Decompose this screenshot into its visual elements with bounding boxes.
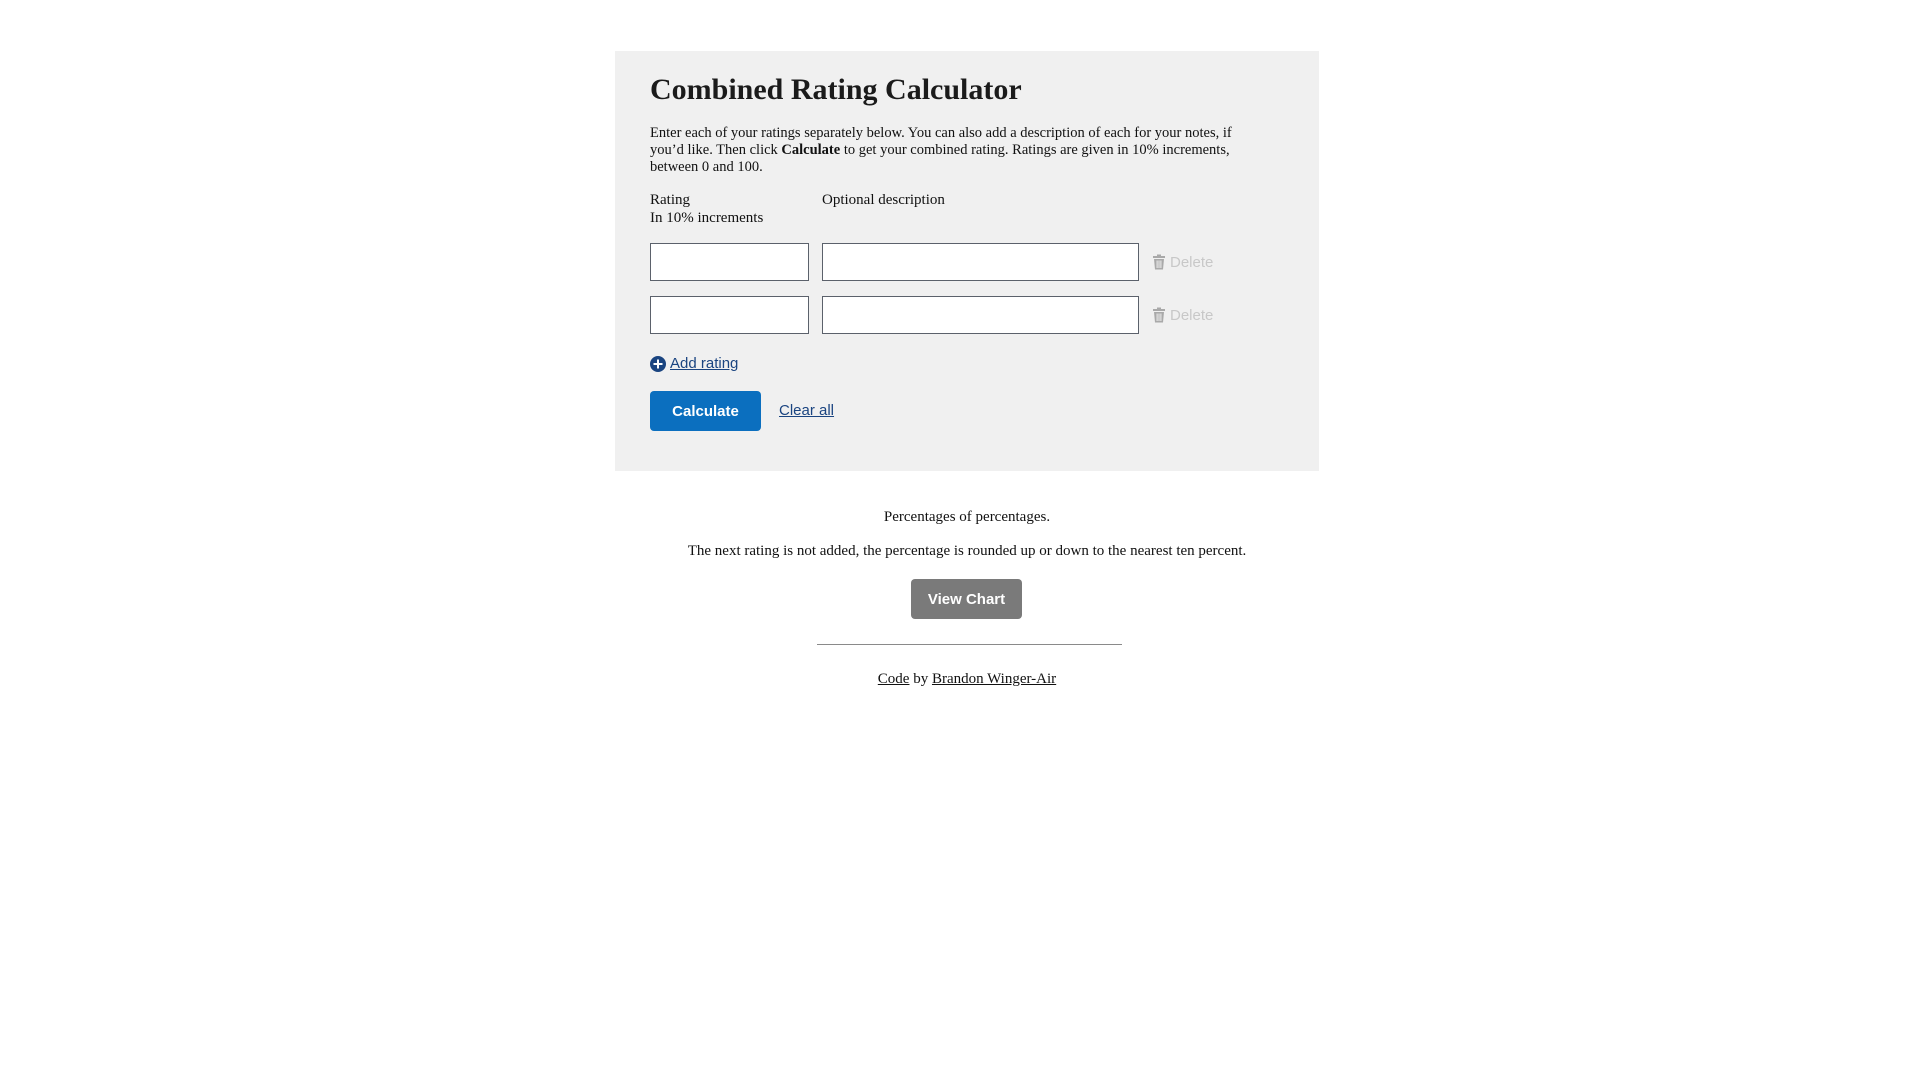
note-percentages: Percentages of percentages. xyxy=(883,509,1051,525)
credits: Code by Brandon Winger-Air xyxy=(0,671,1920,688)
delete-button[interactable]: Delete xyxy=(1152,252,1213,272)
add-rating-link[interactable]: Add rating xyxy=(650,355,738,372)
rating-input[interactable] xyxy=(650,243,809,281)
rating-row: Delete xyxy=(650,243,1270,281)
note-rounding: The next rating is not added, the percen… xyxy=(687,543,1247,559)
divider xyxy=(817,644,1122,645)
delete-button[interactable]: Delete xyxy=(1152,305,1213,325)
intro-text: Enter each of your ratings separately be… xyxy=(650,125,1260,176)
view-chart-button[interactable]: View Chart xyxy=(911,579,1022,619)
intro-text-bold: Calculate xyxy=(781,142,841,158)
calculator-panel: Combined Rating Calculator Enter each of… xyxy=(615,51,1319,471)
clear-all-link[interactable]: Clear all xyxy=(779,402,834,419)
description-column-header: Optional description xyxy=(822,192,945,208)
delete-label: Delete xyxy=(1170,306,1214,324)
delete-label: Delete xyxy=(1170,253,1214,271)
rating-row: Delete xyxy=(650,296,1270,334)
page-title: Combined Rating Calculator xyxy=(650,73,1022,106)
add-rating-label: Add rating xyxy=(670,355,739,372)
trash-icon xyxy=(1152,307,1166,323)
trash-icon xyxy=(1152,254,1166,270)
code-link[interactable]: Code xyxy=(878,671,910,687)
credits-by-text: by xyxy=(909,671,932,687)
author-link[interactable]: Brandon Winger-Air xyxy=(932,671,1056,687)
rating-column-label: Rating xyxy=(650,192,690,208)
rating-column-header: Rating In 10% increments xyxy=(650,191,763,227)
description-input[interactable] xyxy=(822,243,1139,281)
rating-column-hint: In 10% increments xyxy=(650,210,764,226)
calculate-button[interactable]: Calculate xyxy=(650,391,761,431)
rating-input[interactable] xyxy=(650,296,809,334)
plus-circle-icon xyxy=(650,355,666,372)
description-input[interactable] xyxy=(822,296,1139,334)
